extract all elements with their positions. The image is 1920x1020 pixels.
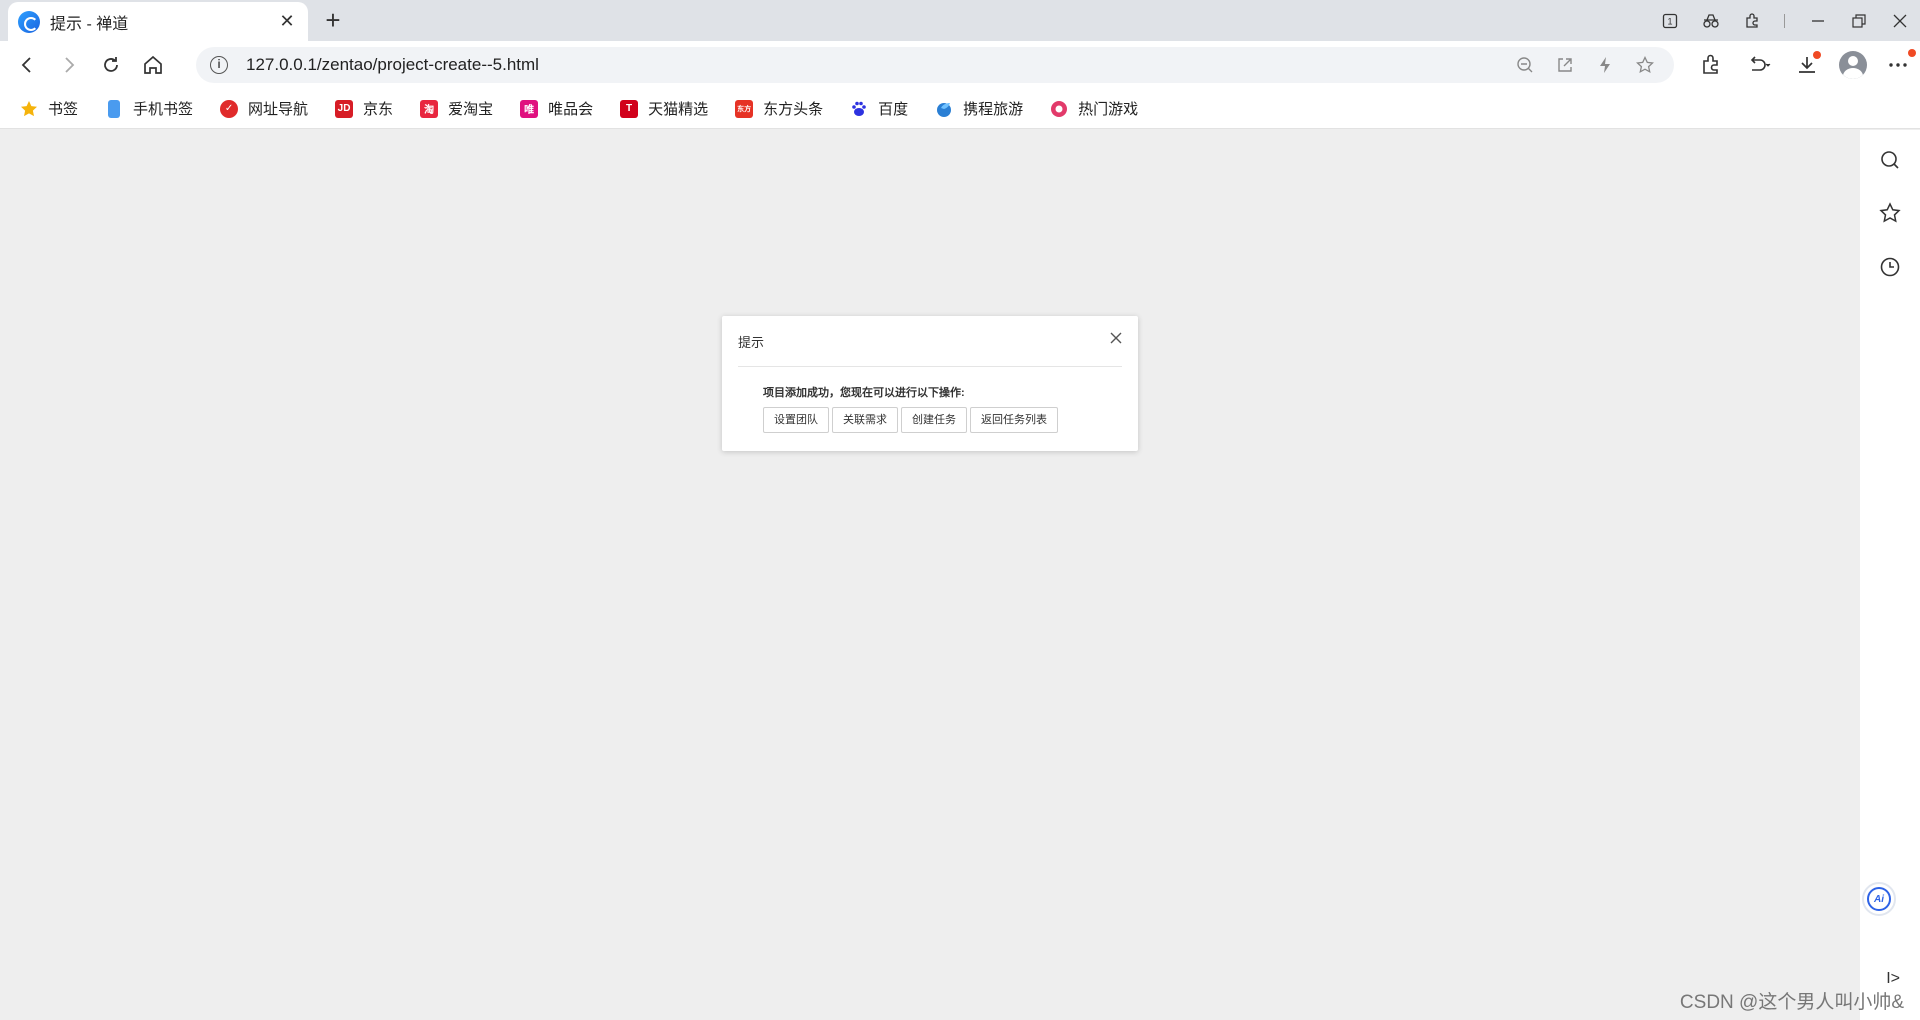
dialog-message: 项目添加成功，您现在可以进行以下操作: — [763, 387, 965, 399]
bookmark-label: 东方头条 — [763, 101, 824, 118]
taobao-icon: 淘 — [420, 99, 439, 118]
tab-count-icon[interactable]: 1 — [1649, 0, 1690, 41]
ai-assistant-button[interactable]: Ai — [1862, 882, 1896, 916]
bookmark-label: 网址导航 — [248, 101, 309, 118]
browser-toolbar: i 127.0.0.1/zentao/project-create--5.htm… — [0, 41, 1920, 89]
site-info-icon[interactable]: i — [210, 56, 228, 74]
search-icon[interactable] — [1879, 149, 1901, 171]
bookmark-item[interactable]: ✓ 网址导航 — [220, 98, 308, 119]
baidu-icon — [850, 100, 868, 118]
puzzle-icon — [1703, 54, 1718, 74]
bookmark-item[interactable]: 东方 东方头条 — [735, 98, 823, 119]
link-stories-button[interactable]: 关联需求 — [832, 407, 898, 433]
toolbar-right — [1688, 41, 1920, 89]
bookmark-label: 爱淘宝 — [448, 101, 494, 118]
avatar — [1839, 51, 1867, 79]
home-button[interactable] — [132, 44, 174, 86]
extension-puzzle-icon[interactable] — [1731, 0, 1772, 41]
zoom-out-icon[interactable] — [1514, 54, 1536, 76]
game-icon — [1050, 100, 1068, 118]
svg-text:1: 1 — [1667, 16, 1672, 26]
back-button[interactable] — [6, 44, 48, 86]
reload-icon — [104, 57, 118, 72]
dftt-icon: 东方 — [735, 99, 754, 118]
star-icon — [20, 100, 38, 118]
favorites-star-icon[interactable] — [1879, 202, 1901, 224]
back-to-task-list-button[interactable]: 返回任务列表 — [970, 407, 1058, 433]
url-text[interactable]: 127.0.0.1/zentao/project-create--5.html — [246, 55, 1514, 75]
bookmark-label: 书签 — [48, 101, 79, 118]
more-dots-icon — [1889, 63, 1907, 67]
restore-button[interactable] — [1838, 0, 1879, 41]
incognito-icon[interactable] — [1690, 0, 1731, 41]
tab-title: 提示 - 禅道 — [50, 15, 129, 33]
phone-icon — [108, 99, 121, 118]
separator — [1784, 13, 1785, 28]
set-team-button[interactable]: 设置团队 — [763, 407, 829, 433]
bookmark-label: 天猫精选 — [648, 101, 709, 118]
browser-tab[interactable]: 提示 - 禅道 ✕ — [8, 2, 308, 41]
bookmark-label: 携程旅游 — [963, 101, 1024, 118]
bookmark-label: 手机书签 — [133, 101, 194, 118]
lightning-icon[interactable] — [1594, 54, 1616, 76]
bookmark-item[interactable]: 书签 — [20, 98, 78, 119]
bookmark-label: 百度 — [878, 101, 909, 118]
dialog-title: 提示 — [738, 335, 765, 350]
arrow-right-icon — [65, 57, 75, 73]
nav-icon: ✓ — [220, 99, 239, 118]
share-icon[interactable] — [1554, 54, 1576, 76]
download-button[interactable] — [1784, 42, 1830, 88]
ctrip-icon — [935, 100, 953, 118]
new-tab-button[interactable]: + — [318, 6, 348, 36]
bookmark-item[interactable]: T 天猫精选 — [620, 98, 708, 119]
menu-button[interactable] — [1876, 42, 1920, 88]
undo-icon — [1750, 56, 1771, 71]
dialog-actions: 设置团队 关联需求 创建任务 返回任务列表 — [763, 407, 1058, 433]
tmall-icon: T — [620, 99, 639, 118]
notification-dot — [1908, 49, 1916, 57]
extensions-button[interactable] — [1688, 42, 1734, 88]
create-task-button[interactable]: 创建任务 — [901, 407, 967, 433]
bookmark-item[interactable]: 百度 — [850, 98, 908, 119]
ai-icon: Ai — [1867, 887, 1891, 911]
home-icon — [144, 55, 162, 74]
bookmark-label: 京东 — [363, 101, 394, 118]
forward-button[interactable] — [48, 44, 90, 86]
close-window-button[interactable] — [1879, 0, 1920, 41]
undo-dropdown-button[interactable] — [1734, 42, 1784, 88]
zentao-favicon-icon — [18, 10, 40, 33]
bookmark-item[interactable]: 淘 爱淘宝 — [420, 98, 493, 119]
tab-strip: 提示 - 禅道 ✕ + 1 — [0, 0, 1920, 41]
divider — [738, 366, 1122, 367]
window-controls: 1 — [1649, 0, 1920, 41]
success-dialog: 提示 项目添加成功，您现在可以进行以下操作: 设置团队 关联需求 创建任务 返回… — [722, 316, 1138, 451]
minimize-button[interactable] — [1797, 0, 1838, 41]
arrow-left-icon — [21, 57, 31, 73]
bookmark-item[interactable]: 手机书签 — [105, 98, 193, 119]
reload-button[interactable] — [90, 44, 132, 86]
jd-icon: JD — [335, 99, 354, 118]
history-clock-icon[interactable] — [1879, 256, 1901, 278]
bookmarks-bar: 书签 手机书签 ✓ 网址导航 JD 京东 淘 爱淘宝 唯 唯品会 T 天猫精选 … — [0, 89, 1920, 129]
address-bar[interactable]: i 127.0.0.1/zentao/project-create--5.htm… — [196, 47, 1674, 83]
bookmark-item[interactable]: 热门游戏 — [1050, 98, 1138, 119]
bookmark-item[interactable]: JD 京东 — [335, 98, 393, 119]
bookmark-item[interactable]: 唯 唯品会 — [520, 98, 593, 119]
tab-close-button[interactable]: ✕ — [276, 11, 298, 32]
collapse-panel-button[interactable]: I> — [1886, 970, 1900, 988]
vip-icon: 唯 — [520, 99, 539, 118]
bookmark-label: 热门游戏 — [1078, 101, 1139, 118]
bookmark-label: 唯品会 — [548, 101, 594, 118]
bookmark-item[interactable]: 携程旅游 — [935, 98, 1023, 119]
watermark: CSDN @这个男人叫小帅& — [1679, 992, 1904, 1013]
close-icon[interactable] — [1108, 330, 1124, 346]
profile-button[interactable] — [1830, 42, 1876, 88]
bookmark-star-icon[interactable] — [1634, 54, 1656, 76]
notification-dot — [1813, 51, 1821, 59]
